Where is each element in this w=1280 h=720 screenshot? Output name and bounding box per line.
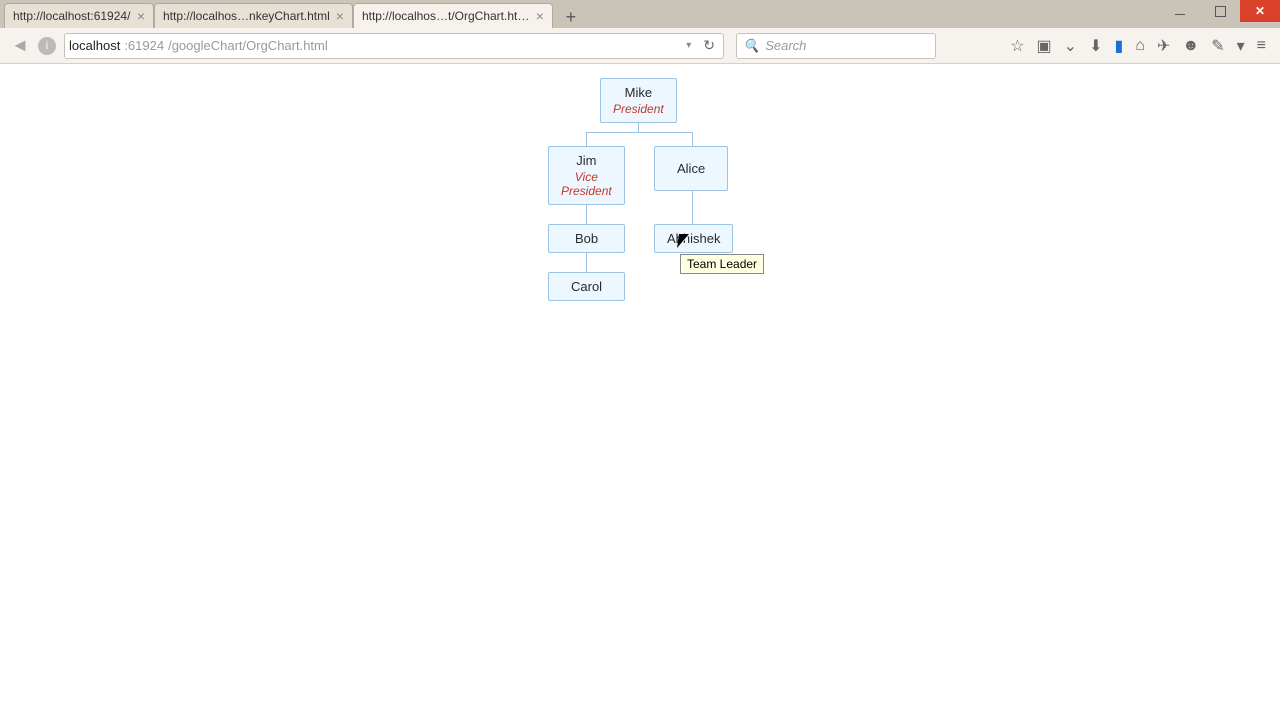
browser-tab-2[interactable]: http://localhos…t/OrgChart.html × bbox=[353, 3, 553, 28]
search-placeholder: Search bbox=[765, 38, 806, 53]
org-node-alice[interactable]: Alice bbox=[654, 146, 728, 191]
home-icon[interactable]: ⌂ bbox=[1135, 37, 1145, 55]
connector bbox=[586, 132, 692, 133]
downloads-icon[interactable]: ⬇ bbox=[1089, 36, 1102, 56]
reload-button[interactable]: ↻ bbox=[699, 37, 719, 54]
window-minimize-button[interactable] bbox=[1160, 0, 1200, 22]
node-name: Bob bbox=[575, 231, 598, 246]
close-icon[interactable]: × bbox=[536, 9, 544, 23]
node-name: Abhishek bbox=[667, 231, 720, 246]
browser-tab-0[interactable]: http://localhost:61924/ × bbox=[4, 3, 154, 28]
page-content: Mike President Jim Vice President Alice … bbox=[0, 64, 1280, 720]
site-identity-icon[interactable]: i bbox=[38, 37, 56, 55]
close-icon[interactable]: × bbox=[137, 9, 145, 23]
org-node-carol[interactable]: Carol bbox=[548, 272, 625, 301]
search-box[interactable]: 🔍 Search bbox=[736, 33, 936, 59]
connector bbox=[586, 132, 587, 146]
library-icon[interactable]: ▣ bbox=[1037, 36, 1052, 56]
node-name: Jim bbox=[576, 153, 596, 168]
nav-bar: ◄ i localhost :61924/googleChart/OrgChart… bbox=[0, 28, 1280, 64]
node-tooltip: Team Leader bbox=[680, 254, 764, 274]
toolbar: ☆ ▣ ⌄ ⬇ ▮ ⌂ ✈ ☻ ✎ ▾ ≡ bbox=[1010, 36, 1274, 56]
chat-icon[interactable]: ☻ bbox=[1182, 37, 1199, 55]
window-close-button[interactable] bbox=[1240, 0, 1280, 22]
url-dropdown-icon[interactable]: ▾ bbox=[682, 40, 695, 51]
org-node-mike[interactable]: Mike President bbox=[600, 78, 677, 123]
menu-icon[interactable]: ≡ bbox=[1257, 37, 1266, 55]
connector bbox=[692, 188, 693, 224]
close-icon[interactable]: × bbox=[336, 9, 344, 23]
address-bar[interactable]: localhost :61924/googleChart/OrgChart.htm… bbox=[64, 33, 724, 59]
node-name: Mike bbox=[625, 85, 652, 100]
brush-icon[interactable]: ✎ bbox=[1211, 36, 1224, 56]
window-controls bbox=[1160, 0, 1280, 22]
tooltip-text: Team Leader bbox=[687, 257, 757, 271]
search-icon: 🔍 bbox=[743, 38, 759, 54]
tab-strip: http://localhost:61924/ × http://localho… bbox=[0, 0, 1280, 28]
org-node-abhishek[interactable]: Abhishek bbox=[654, 224, 733, 253]
connector bbox=[692, 132, 693, 146]
node-title: President bbox=[613, 102, 664, 116]
url-path: /googleChart/OrgChart.html bbox=[168, 38, 328, 53]
node-name: Alice bbox=[677, 161, 705, 176]
tab-label: http://localhost:61924/ bbox=[13, 9, 131, 23]
org-node-jim[interactable]: Jim Vice President bbox=[548, 146, 625, 205]
dropdown-icon[interactable]: ▾ bbox=[1237, 36, 1245, 56]
node-title: Vice President bbox=[561, 170, 612, 198]
window-maximize-button[interactable] bbox=[1200, 0, 1240, 22]
back-button[interactable]: ◄ bbox=[6, 32, 34, 60]
send-icon[interactable]: ✈ bbox=[1157, 36, 1170, 56]
org-node-bob[interactable]: Bob bbox=[548, 224, 625, 253]
url-port: :61924 bbox=[124, 38, 164, 53]
browser-tab-1[interactable]: http://localhos…nkeyChart.html × bbox=[154, 3, 353, 28]
url-host: localhost bbox=[69, 38, 120, 53]
pocket-icon[interactable]: ⌄ bbox=[1064, 36, 1077, 56]
plus-icon: + bbox=[566, 7, 577, 28]
tab-label: http://localhos…nkeyChart.html bbox=[163, 9, 330, 23]
bookmark-icon[interactable]: ☆ bbox=[1010, 36, 1024, 56]
new-tab-button[interactable]: + bbox=[559, 6, 583, 28]
tab-label: http://localhos…t/OrgChart.html bbox=[362, 9, 530, 23]
screenshot-icon[interactable]: ▮ bbox=[1114, 36, 1123, 56]
node-name: Carol bbox=[571, 279, 602, 294]
back-icon: ◄ bbox=[11, 35, 29, 56]
